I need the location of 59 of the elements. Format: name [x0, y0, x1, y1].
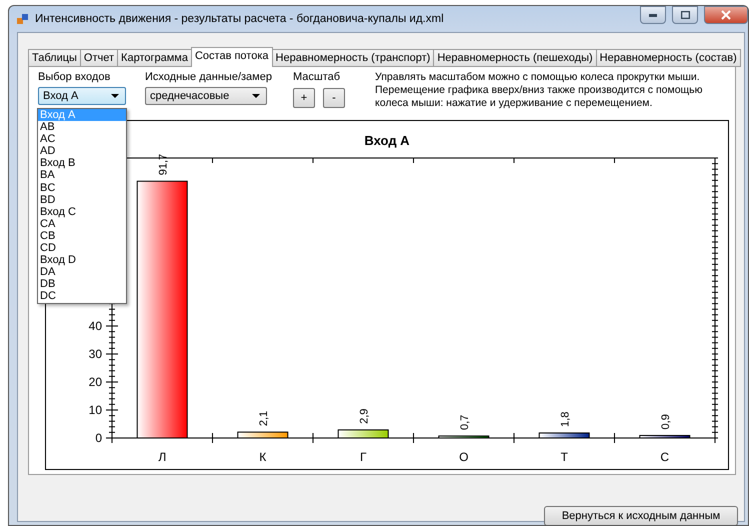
- bar-value-label: 91,7: [157, 154, 170, 176]
- dropdown-option[interactable]: AC: [38, 133, 126, 146]
- dropdown-option[interactable]: Вход D: [38, 254, 126, 266]
- tab[interactable]: Состав потока: [190, 47, 273, 67]
- bar-value-label: 2,1: [258, 410, 270, 426]
- dropdown-option[interactable]: BD: [38, 194, 126, 206]
- chart-title: Вход А: [364, 133, 410, 148]
- tab[interactable]: Таблицы: [28, 49, 81, 67]
- minimize-button[interactable]: [640, 6, 666, 24]
- back-button[interactable]: Вернуться к исходным данным: [544, 506, 738, 525]
- dropdown-option[interactable]: CA: [38, 218, 126, 230]
- x-category-label: О: [459, 450, 468, 464]
- tab[interactable]: Неравномерность (транспорт): [272, 49, 434, 67]
- dropdown-option[interactable]: AB: [38, 121, 126, 134]
- dropdown-option[interactable]: BA: [38, 169, 126, 182]
- entries-label: Выбор входов: [38, 71, 112, 83]
- dropdown-option[interactable]: BC: [38, 182, 126, 194]
- zoom-button[interactable]: +: [293, 88, 315, 108]
- dropdown-option[interactable]: DA: [38, 266, 126, 278]
- source-label: Исходные данные/замер: [145, 71, 273, 83]
- x-category-label: Г: [360, 450, 366, 464]
- bar-value-label: 0,9: [660, 414, 672, 430]
- close-icon: [721, 10, 731, 20]
- close-button[interactable]: [704, 6, 748, 24]
- tab[interactable]: Картограмма: [117, 49, 192, 67]
- dropdown-option[interactable]: Вход B: [38, 157, 126, 170]
- app-icon: [17, 13, 29, 25]
- bar-value-label: 2,9: [358, 408, 370, 424]
- dropdown-arrow-icon: [252, 94, 260, 98]
- dropdown-option[interactable]: CD: [38, 242, 126, 254]
- zoom-button[interactable]: -: [323, 88, 345, 108]
- y-tick-label: 20: [88, 375, 102, 389]
- maximize-button[interactable]: [672, 6, 698, 24]
- dropdown-option[interactable]: CB: [38, 230, 126, 242]
- maximize-icon: [680, 11, 690, 19]
- x-category-label: Т: [560, 450, 568, 464]
- x-category-label: К: [259, 450, 266, 464]
- x-category-label: Л: [158, 450, 166, 464]
- window-title: Интенсивность движения - результаты расчета - богдановича-купалы ид.xml: [35, 13, 445, 25]
- y-tick-label: 30: [88, 347, 102, 361]
- dropdown-option[interactable]: Вход C: [38, 206, 126, 218]
- dropdown-arrow-icon: [111, 94, 119, 98]
- scale-label: Масштаб: [293, 71, 342, 83]
- dropdown-option[interactable]: AD: [38, 145, 126, 158]
- tab[interactable]: Неравномерность (состав): [596, 49, 741, 67]
- tab[interactable]: Отчет: [80, 49, 118, 67]
- bar-value-label: 1,8: [559, 412, 572, 427]
- x-category-label: С: [660, 450, 670, 464]
- dropdown-option[interactable]: DC: [38, 290, 126, 302]
- minimize-icon: [649, 14, 657, 16]
- y-tick-label: 0: [95, 431, 102, 445]
- entries-dropdown[interactable]: Вход А: [38, 87, 126, 105]
- dropdown-option[interactable]: DB: [38, 278, 126, 290]
- hint-text: Управлять масштабом можно с помощью колеса прокрутки мыши. Перемещение графика вверх/вниз также производится с помощью колеса мыши: нажатие и удерживание с перемещением.: [375, 71, 703, 110]
- y-tick-label: 40: [88, 319, 102, 333]
- bar-value-label: 0,7: [458, 414, 471, 430]
- tab[interactable]: Неравномерность (пешеходы): [433, 49, 597, 67]
- y-tick-label: 10: [88, 403, 102, 417]
- source-dropdown[interactable]: среднечасовые: [145, 87, 267, 105]
